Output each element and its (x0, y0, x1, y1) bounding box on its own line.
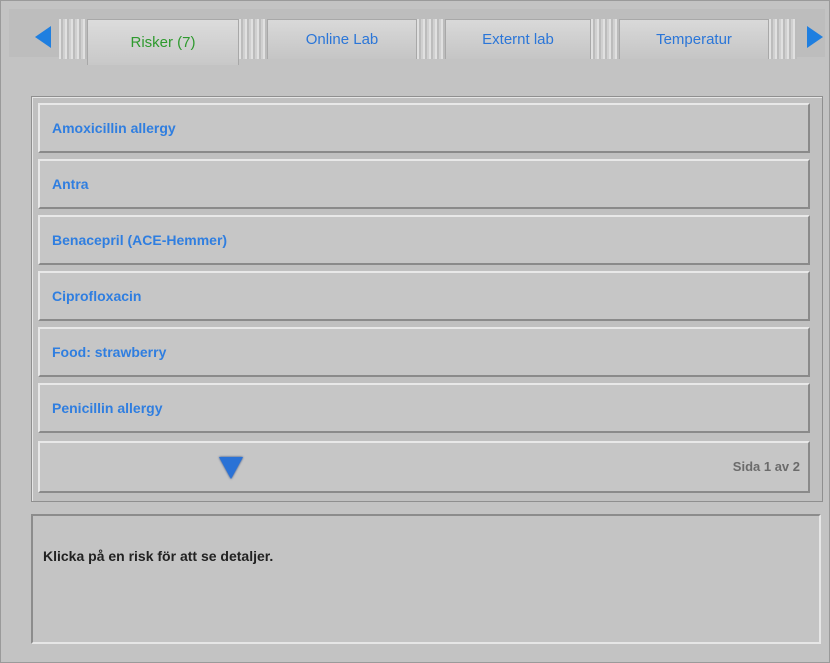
tab-risker[interactable]: Risker (7) (87, 19, 239, 65)
risk-label: Ciprofloxacin (52, 288, 142, 304)
tab-separator (239, 19, 267, 59)
risk-item[interactable]: Penicillin allergy (38, 383, 810, 433)
pager-row: Sida 1 av 2 (38, 441, 810, 493)
tab-label: Online Lab (305, 31, 379, 48)
detail-hint: Klicka på en risk för att se detaljer. (43, 548, 274, 564)
risk-item[interactable]: Benacepril (ACE-Hemmer) (38, 215, 810, 265)
tab-label: Temperatur (656, 31, 732, 48)
risk-label: Amoxicillin allergy (52, 120, 176, 136)
tab-label: Externt lab (482, 31, 554, 48)
tab-strip: Risker (7) Online Lab Externt lab Temper… (9, 9, 825, 65)
triangle-down-icon (219, 457, 243, 479)
next-tab-button[interactable] (793, 19, 830, 55)
risk-item[interactable]: Amoxicillin allergy (38, 103, 810, 153)
tab-online-lab[interactable]: Online Lab (267, 19, 417, 59)
tab-externt-lab[interactable]: Externt lab (445, 19, 591, 59)
triangle-right-icon (807, 26, 823, 48)
triangle-left-icon (35, 26, 51, 48)
risk-item[interactable]: Antra (38, 159, 810, 209)
app-window: Risker (7) Online Lab Externt lab Temper… (0, 0, 830, 663)
risk-detail-panel: Klicka på en risk för att se detaljer. (31, 514, 821, 644)
risk-label: Food: strawberry (52, 344, 167, 360)
risk-list-panel: Amoxicillin allergy Antra Benacepril (AC… (31, 96, 823, 502)
risk-label: Antra (52, 176, 89, 192)
risk-item[interactable]: Food: strawberry (38, 327, 810, 377)
next-page-button[interactable] (216, 453, 246, 483)
risk-label: Benacepril (ACE-Hemmer) (52, 232, 228, 248)
page-indicator: Sida 1 av 2 (732, 459, 800, 474)
tab-separator (59, 19, 87, 59)
tab-separator (591, 19, 619, 59)
tab-separator (417, 19, 445, 59)
tab-label: Risker (7) (130, 34, 196, 51)
risk-label: Penicillin allergy (52, 400, 163, 416)
tab-temperatur[interactable]: Temperatur (619, 19, 769, 59)
risk-item[interactable]: Ciprofloxacin (38, 271, 810, 321)
